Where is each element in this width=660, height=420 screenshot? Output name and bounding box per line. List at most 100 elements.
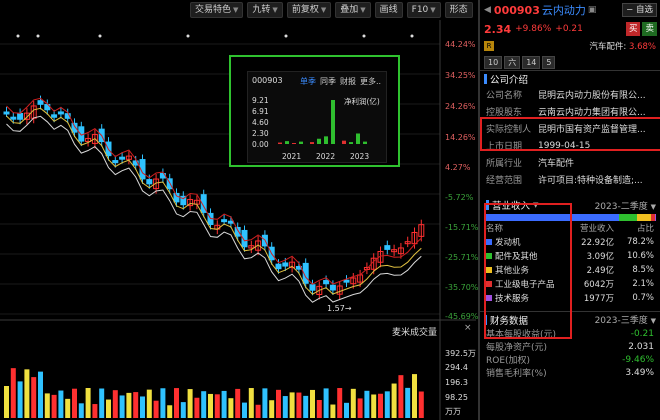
candle [234, 226, 241, 237]
volume-bar [160, 388, 166, 418]
volume-bar [378, 393, 383, 418]
rating-badge: R [484, 41, 494, 51]
num-tab[interactable]: 10 [484, 55, 503, 69]
volume-title: 麦米成交量 [392, 328, 438, 338]
volume-bar [174, 388, 179, 418]
revenue-share-segment [618, 214, 637, 221]
finance-period-label: 2023-三季度 [594, 316, 648, 326]
profit-bar [317, 138, 321, 144]
volume-bar [323, 388, 329, 418]
net-profit-popup[interactable]: 000903 单季 同季 财报 更多.. 9.21 6.91 4.60 2.30… [229, 55, 400, 167]
volume-bar [58, 390, 64, 418]
y-axis-label: -15.71% [445, 223, 479, 232]
stock-name: 云内动力 [541, 4, 586, 17]
volume-axis-label: 98.25 [445, 393, 468, 402]
sell-button[interactable]: 卖 [642, 22, 657, 36]
profit-bar [278, 142, 282, 144]
signal-dot [186, 34, 190, 38]
y-axis-label: -25.71% [445, 253, 479, 262]
volume-bar [255, 404, 261, 418]
sector-row: R 汽车配件: 3.68% [480, 38, 660, 54]
revenue-item-share: 0.7% [632, 293, 654, 303]
candle [51, 114, 58, 118]
volume-bar [248, 388, 254, 418]
popup-inner: 000903 单季 同季 财报 更多.. 9.21 6.91 4.60 2.30… [247, 71, 387, 163]
y-axis-label: 4.27% [445, 163, 471, 172]
expand-icon[interactable]: ◀ [484, 5, 491, 15]
finance-period[interactable]: 2023-三季度 ▼ [595, 313, 656, 326]
y-axis-label: -5.72% [445, 193, 474, 202]
profit-bar [356, 133, 360, 144]
company-key: 所属行业 [486, 159, 523, 169]
volume-bar [31, 377, 37, 418]
num-tab[interactable]: 5 [542, 55, 556, 69]
company-row: 经营范围 许可项目:特种设备制造;... [480, 171, 660, 188]
revenue-period-label: 2023-二季度 [594, 201, 648, 212]
volume-bar [276, 389, 281, 418]
number-tabs: 10 六 14 5 [480, 54, 660, 70]
add-watchlist-button[interactable]: − 自选 [622, 3, 657, 17]
profit-bar [285, 141, 289, 144]
kline-chart[interactable]: 交易特色 ▼ 九转 ▼ 前复权 ▼ 叠加 ▼ 画线 F10 ▼ 形态 44.24% 34.… [0, 0, 479, 420]
candle [275, 263, 282, 270]
volume-bar [180, 402, 186, 418]
finance-row: ROE(加权) -9.46% [480, 353, 660, 367]
candle [17, 113, 24, 120]
profit-bar [342, 140, 346, 144]
profit-bar [349, 142, 353, 144]
volume-bar [112, 390, 118, 418]
stock-header: ◀ 000903 云内动力 ▣ − 自选 [480, 0, 660, 20]
y-axis-label: 24.26% [445, 102, 476, 111]
volume-bar [126, 392, 132, 418]
volume-bar [194, 397, 200, 418]
close-icon[interactable]: × [464, 323, 472, 333]
volume-axis-label: 392.5万 [445, 349, 476, 358]
volume-bar [337, 388, 343, 418]
profit-bar [310, 142, 314, 144]
volume-bar [289, 392, 295, 418]
change-percent: +9.86% [515, 24, 552, 34]
signal-dot [362, 34, 366, 38]
candle [119, 156, 126, 160]
chevron-down-icon: ▼ [650, 202, 656, 211]
revenue-period[interactable]: 2023-二季度 ▼ [595, 199, 656, 212]
sector-info[interactable]: 汽车配件: 3.68% [589, 40, 656, 52]
volume-bar [303, 395, 309, 418]
volume-bar [24, 369, 30, 418]
candle [309, 284, 316, 291]
candle [146, 179, 153, 185]
finance-value: -0.21 [630, 328, 654, 339]
buy-button[interactable]: 买 [625, 22, 641, 36]
chevron-down-icon: ▼ [650, 317, 656, 325]
y-axis-label: 34.25% [445, 71, 476, 80]
sector-percent: 3.68% [628, 42, 656, 52]
signal-dot [284, 34, 288, 38]
popup-year: 2023 [350, 152, 370, 161]
candle [384, 245, 391, 250]
candle [37, 100, 44, 105]
volume-bar [146, 389, 152, 418]
volume-bar [65, 398, 71, 418]
arrow-right-icon: → [344, 304, 352, 313]
volume-bar [133, 392, 139, 418]
volume-bar [384, 391, 390, 418]
volume-bar [153, 400, 159, 418]
lock-icon[interactable]: ▣ [588, 5, 597, 15]
num-tab[interactable]: 六 [504, 55, 521, 69]
y-axis-label: -35.70% [445, 283, 479, 292]
finance-value: 2.031 [628, 341, 654, 352]
company-title: 公司介绍 [490, 74, 529, 86]
add-watchlist-label: 自选 [635, 5, 653, 15]
volume-bar [228, 398, 234, 418]
volume-bar [282, 396, 288, 418]
low-price-marker: 1.57→ [327, 304, 352, 313]
candle [173, 192, 180, 203]
candle [343, 279, 350, 283]
num-tab[interactable]: 14 [522, 55, 541, 69]
candle [227, 220, 234, 224]
volume-bar [92, 404, 98, 418]
volume-bar [72, 388, 77, 418]
popup-year: 2021 [282, 152, 302, 161]
candle [329, 284, 336, 291]
volume-bar [357, 398, 363, 418]
